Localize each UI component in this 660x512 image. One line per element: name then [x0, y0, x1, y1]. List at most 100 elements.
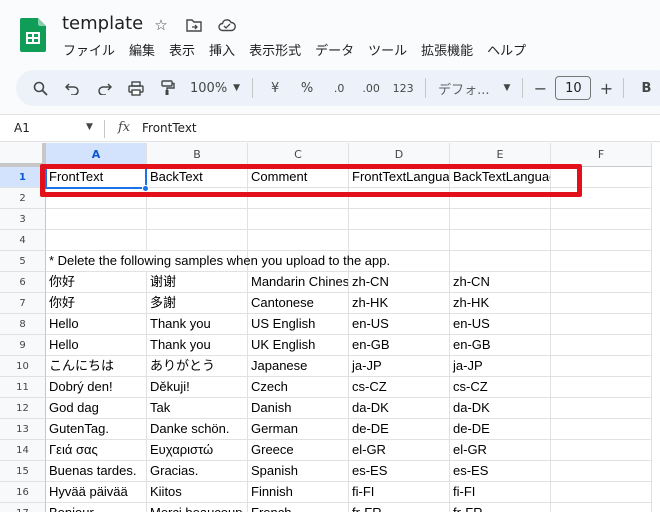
search-icon[interactable]: [24, 74, 56, 102]
cell[interactable]: * Delete the following samples when you …: [46, 251, 450, 272]
cell[interactable]: [349, 188, 450, 209]
cell[interactable]: GutenTag.: [46, 419, 147, 440]
format-currency-button[interactable]: ¥: [259, 74, 291, 102]
cell[interactable]: Kiitos: [147, 482, 248, 503]
cell[interactable]: Japanese: [248, 356, 349, 377]
cell[interactable]: fi-FI: [349, 482, 450, 503]
column-header-d[interactable]: D: [349, 143, 450, 167]
cell[interactable]: es-ES: [450, 461, 551, 482]
cell[interactable]: Gracias.: [147, 461, 248, 482]
cell[interactable]: [551, 230, 652, 251]
row-header[interactable]: 14: [0, 440, 46, 461]
undo-icon[interactable]: [56, 74, 88, 102]
row-header[interactable]: 12: [0, 398, 46, 419]
cell[interactable]: [551, 503, 652, 512]
cell[interactable]: da-DK: [450, 398, 551, 419]
cell[interactable]: ja-JP: [349, 356, 450, 377]
menu-file[interactable]: ファイル: [56, 40, 122, 59]
bold-icon[interactable]: B: [630, 74, 660, 102]
row-header[interactable]: 13: [0, 419, 46, 440]
cell[interactable]: [248, 230, 349, 251]
cell[interactable]: es-ES: [349, 461, 450, 482]
sheets-logo-icon[interactable]: [20, 18, 46, 52]
cell[interactable]: Ευχαριστώ: [147, 440, 248, 461]
spreadsheet-grid[interactable]: A B C D E F 1 FrontText BackText Comment Fro…: [0, 143, 660, 512]
row-header[interactable]: 5: [0, 251, 46, 272]
row-header[interactable]: 8: [0, 314, 46, 335]
cell[interactable]: BackTextLanguage: [450, 167, 551, 188]
cell[interactable]: Bonjour: [46, 503, 147, 512]
cell[interactable]: zh-HK: [450, 293, 551, 314]
cell[interactable]: [551, 356, 652, 377]
row-header[interactable]: 10: [0, 356, 46, 377]
row-header[interactable]: 9: [0, 335, 46, 356]
cell[interactable]: fr-FR: [349, 503, 450, 512]
cell[interactable]: zh-HK: [349, 293, 450, 314]
cell[interactable]: [551, 398, 652, 419]
cell[interactable]: de-DE: [450, 419, 551, 440]
cell[interactable]: Hello: [46, 335, 147, 356]
cell[interactable]: [551, 335, 652, 356]
font-select[interactable]: デフォ... ▼: [432, 74, 516, 102]
menu-insert[interactable]: 挿入: [202, 40, 242, 59]
cell[interactable]: [551, 251, 652, 272]
cell[interactable]: 你好: [46, 272, 147, 293]
cell[interactable]: [46, 188, 147, 209]
row-header[interactable]: 7: [0, 293, 46, 314]
cell[interactable]: UK English: [248, 335, 349, 356]
cell[interactable]: Děkuji!: [147, 377, 248, 398]
row-header[interactable]: 4: [0, 230, 46, 251]
row-header[interactable]: 2: [0, 188, 46, 209]
cell[interactable]: Spanish: [248, 461, 349, 482]
cell[interactable]: [46, 230, 147, 251]
cell[interactable]: cs-CZ: [349, 377, 450, 398]
select-all-corner[interactable]: [0, 143, 46, 167]
cell[interactable]: Cantonese: [248, 293, 349, 314]
increase-font-size-button[interactable]: +: [595, 74, 617, 102]
cell[interactable]: cs-CZ: [450, 377, 551, 398]
row-header[interactable]: 16: [0, 482, 46, 503]
column-header-b[interactable]: B: [147, 143, 248, 167]
name-box[interactable]: A1: [14, 121, 30, 135]
cell[interactable]: en-US: [349, 314, 450, 335]
cell[interactable]: el-GR: [450, 440, 551, 461]
cell[interactable]: BackText: [147, 167, 248, 188]
cell[interactable]: [551, 419, 652, 440]
cell[interactable]: zh-CN: [349, 272, 450, 293]
cell[interactable]: Γειά σας: [46, 440, 147, 461]
cell[interactable]: FrontTextLanguage: [349, 167, 450, 188]
cell[interactable]: [349, 230, 450, 251]
cell[interactable]: [450, 188, 551, 209]
cell[interactable]: [349, 209, 450, 230]
cell[interactable]: FrontText: [46, 167, 147, 188]
format-percent-button[interactable]: %: [291, 74, 323, 102]
fill-handle[interactable]: [142, 185, 149, 192]
zoom-select[interactable]: 100% ▼: [184, 74, 246, 102]
cell[interactable]: Comment: [248, 167, 349, 188]
formula-input[interactable]: FrontText: [142, 121, 197, 135]
menu-tools[interactable]: ツール: [361, 40, 414, 59]
cell[interactable]: [248, 209, 349, 230]
cell[interactable]: Merci beaucoup: [147, 503, 248, 512]
cell[interactable]: [248, 188, 349, 209]
row-header[interactable]: 6: [0, 272, 46, 293]
cell[interactable]: Czech: [248, 377, 349, 398]
cell[interactable]: Dobrý den!: [46, 377, 147, 398]
cell[interactable]: [551, 272, 652, 293]
column-header-c[interactable]: C: [248, 143, 349, 167]
cell[interactable]: God dag: [46, 398, 147, 419]
cell[interactable]: Thank you: [147, 314, 248, 335]
cell[interactable]: 你好: [46, 293, 147, 314]
cell[interactable]: [551, 482, 652, 503]
cell[interactable]: [551, 293, 652, 314]
font-size-input[interactable]: 10: [555, 76, 592, 100]
cell[interactable]: Mandarin Chinese: [248, 272, 349, 293]
menu-help[interactable]: ヘルプ: [480, 40, 533, 59]
cell[interactable]: [551, 314, 652, 335]
menu-format[interactable]: 表示形式: [242, 40, 308, 59]
cell[interactable]: こんにちは: [46, 356, 147, 377]
row-header[interactable]: 11: [0, 377, 46, 398]
cell[interactable]: Buenas tardes.: [46, 461, 147, 482]
cell[interactable]: zh-CN: [450, 272, 551, 293]
document-title[interactable]: template: [62, 13, 143, 34]
